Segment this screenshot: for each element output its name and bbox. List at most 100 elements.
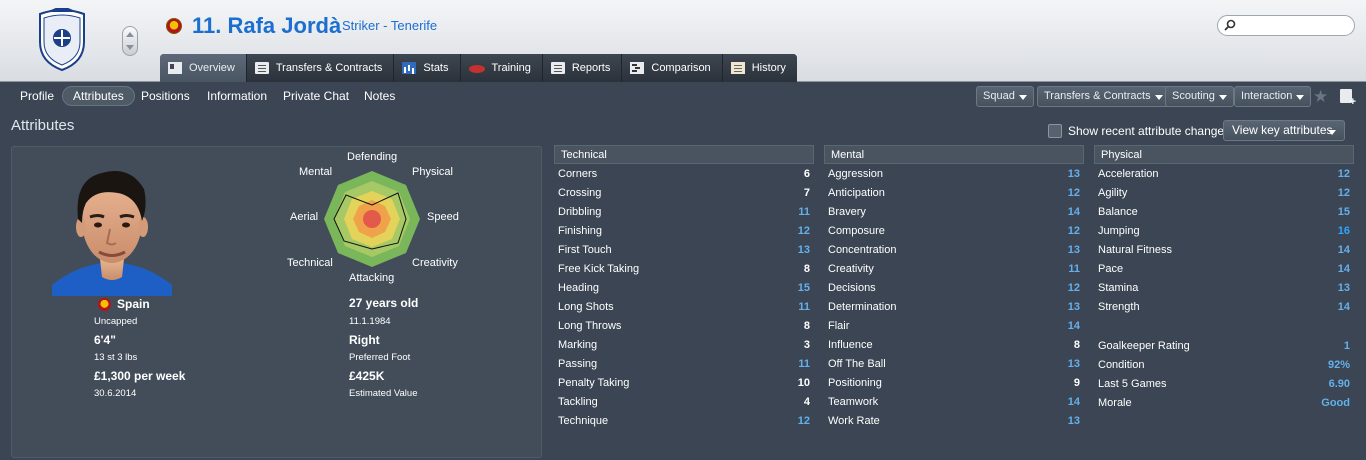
tab-overview[interactable]: Overview xyxy=(160,54,247,82)
attribute-value: 13 xyxy=(1068,168,1080,180)
attribute-row[interactable]: Jumping16 xyxy=(1094,221,1354,240)
attribute-row[interactable]: Finishing12 xyxy=(554,221,814,240)
estimated-value-label: Estimated Value xyxy=(349,388,417,399)
tab-comparison[interactable]: Comparison xyxy=(622,54,722,82)
caps: Uncapped xyxy=(94,316,137,327)
attribute-row[interactable]: Agility12 xyxy=(1094,183,1354,202)
attribute-row[interactable]: Flair14 xyxy=(824,316,1084,335)
attribute-row[interactable]: Free Kick Taking8 xyxy=(554,259,814,278)
attribute-row[interactable]: Corners6 xyxy=(554,164,814,183)
scouting-dropdown[interactable]: Scouting xyxy=(1165,86,1234,107)
player-position-club[interactable]: Striker - Tenerife xyxy=(342,18,437,33)
attribute-name: Determination xyxy=(828,301,896,313)
tab-label: Comparison xyxy=(651,62,710,74)
attribute-row[interactable]: Influence8 xyxy=(824,335,1084,354)
previous-player-icon[interactable] xyxy=(126,32,134,37)
tab-training[interactable]: Training xyxy=(461,54,543,82)
attribute-row[interactable]: Determination13 xyxy=(824,297,1084,316)
attribute-row[interactable]: Bravery14 xyxy=(824,202,1084,221)
tab-stats[interactable]: Stats xyxy=(394,54,460,82)
attribute-row[interactable]: Goalkeeper Rating1 xyxy=(1094,336,1354,355)
tab-history[interactable]: History xyxy=(723,54,797,82)
search-box[interactable] xyxy=(1217,15,1355,36)
estimated-value: £425K xyxy=(349,369,384,383)
subnav-attributes[interactable]: Attributes xyxy=(62,86,135,106)
tab-transfers-contracts[interactable]: Transfers & Contracts xyxy=(247,54,395,82)
attribute-name: Passing xyxy=(558,358,597,370)
attribute-name: Natural Fitness xyxy=(1098,244,1172,256)
attribute-name: Decisions xyxy=(828,282,876,294)
player-scroll-arrows[interactable] xyxy=(122,26,138,56)
attribute-value: 13 xyxy=(1068,358,1080,370)
attribute-row[interactable]: Long Shots11 xyxy=(554,297,814,316)
radar-label-mental: Mental xyxy=(299,166,332,178)
attribute-row[interactable]: Long Throws8 xyxy=(554,316,814,335)
attribute-row[interactable]: Heading15 xyxy=(554,278,814,297)
attribute-row[interactable]: MoraleGood xyxy=(1094,393,1354,412)
radar-label-attacking: Attacking xyxy=(349,272,394,284)
subnav-positions[interactable]: Positions xyxy=(131,86,200,106)
subnav-information[interactable]: Information xyxy=(197,86,277,106)
attribute-value: 1 xyxy=(1344,340,1350,352)
attribute-row[interactable]: Penalty Taking10 xyxy=(554,373,814,392)
attribute-row[interactable]: Decisions12 xyxy=(824,278,1084,297)
star-icon[interactable]: ★ xyxy=(1313,87,1328,107)
attribute-name: Long Shots xyxy=(558,301,614,313)
attribute-row[interactable]: Technique12 xyxy=(554,411,814,430)
attribute-value: 9 xyxy=(1074,377,1080,389)
attribute-name: Creativity xyxy=(828,263,874,275)
subnav-notes[interactable]: Notes xyxy=(354,86,405,106)
attribute-row[interactable]: Positioning9 xyxy=(824,373,1084,392)
document-icon xyxy=(255,62,269,74)
attribute-row[interactable]: Passing 11 xyxy=(554,354,814,373)
attribute-row[interactable]: Natural Fitness14 xyxy=(1094,240,1354,259)
attribute-row[interactable]: Marking3 xyxy=(554,335,814,354)
attribute-value: 15 xyxy=(798,282,810,294)
attribute-row[interactable]: Aggression 13 xyxy=(824,164,1084,183)
club-crest-icon[interactable] xyxy=(34,8,90,72)
attribute-name: Aggression xyxy=(828,168,883,180)
attribute-row[interactable]: Teamwork14 xyxy=(824,392,1084,411)
attribute-value: 13 xyxy=(1338,282,1350,294)
attribute-row[interactable]: Balance15 xyxy=(1094,202,1354,221)
report-icon xyxy=(551,62,565,74)
attribute-value: 11 xyxy=(798,358,810,370)
interaction-dropdown[interactable]: Interaction xyxy=(1234,86,1311,107)
attribute-row[interactable]: Condition92% xyxy=(1094,355,1354,374)
attribute-row[interactable]: Stamina13 xyxy=(1094,278,1354,297)
attribute-row[interactable]: Tackling4 xyxy=(554,392,814,411)
attribute-row[interactable]: Acceleration12 xyxy=(1094,164,1354,183)
view-key-attributes-button[interactable]: View key attributes xyxy=(1223,120,1345,141)
attribute-row[interactable]: Dribbling11 xyxy=(554,202,814,221)
attribute-value: 8 xyxy=(804,320,810,332)
attribute-row[interactable]: Off The Ball13 xyxy=(824,354,1084,373)
tab-reports[interactable]: Reports xyxy=(543,54,623,82)
nationality[interactable]: Spain xyxy=(117,297,150,311)
attribute-value: 14 xyxy=(1068,320,1080,332)
attribute-row[interactable]: Work Rate13 xyxy=(824,411,1084,430)
attribute-value: 6.90 xyxy=(1329,378,1350,390)
transfers-contracts-dropdown[interactable]: Transfers & Contracts xyxy=(1037,86,1170,107)
checkbox[interactable] xyxy=(1048,124,1062,138)
subnav-profile[interactable]: Profile xyxy=(10,86,64,106)
attribute-row[interactable]: Last 5 Games6.90 xyxy=(1094,374,1354,393)
squad-dropdown[interactable]: Squad xyxy=(976,86,1034,107)
attribute-row[interactable]: Pace14 xyxy=(1094,259,1354,278)
sub-navigation: ★ ProfileAttributesPositionsInformationP… xyxy=(0,83,1366,109)
add-note-icon[interactable] xyxy=(1340,89,1352,103)
attribute-row[interactable]: Concentration13 xyxy=(824,240,1084,259)
next-player-icon[interactable] xyxy=(126,45,134,50)
search-input[interactable] xyxy=(1240,18,1348,33)
attribute-row[interactable]: Anticipation12 xyxy=(824,183,1084,202)
attribute-row[interactable]: Strength14 xyxy=(1094,297,1354,316)
attribute-value: 92% xyxy=(1328,359,1350,371)
attribute-row[interactable]: Creativity11 xyxy=(824,259,1084,278)
attribute-value: 12 xyxy=(798,415,810,427)
subnav-private-chat[interactable]: Private Chat xyxy=(273,86,359,106)
nation-badge-icon xyxy=(166,18,182,34)
radar-label-physical: Physical xyxy=(412,166,453,178)
attribute-row[interactable]: Crossing7 xyxy=(554,183,814,202)
attribute-row[interactable]: First Touch13 xyxy=(554,240,814,259)
attribute-row[interactable]: Composure12 xyxy=(824,221,1084,240)
show-recent-changes-toggle[interactable]: Show recent attribute changes xyxy=(1048,124,1230,138)
